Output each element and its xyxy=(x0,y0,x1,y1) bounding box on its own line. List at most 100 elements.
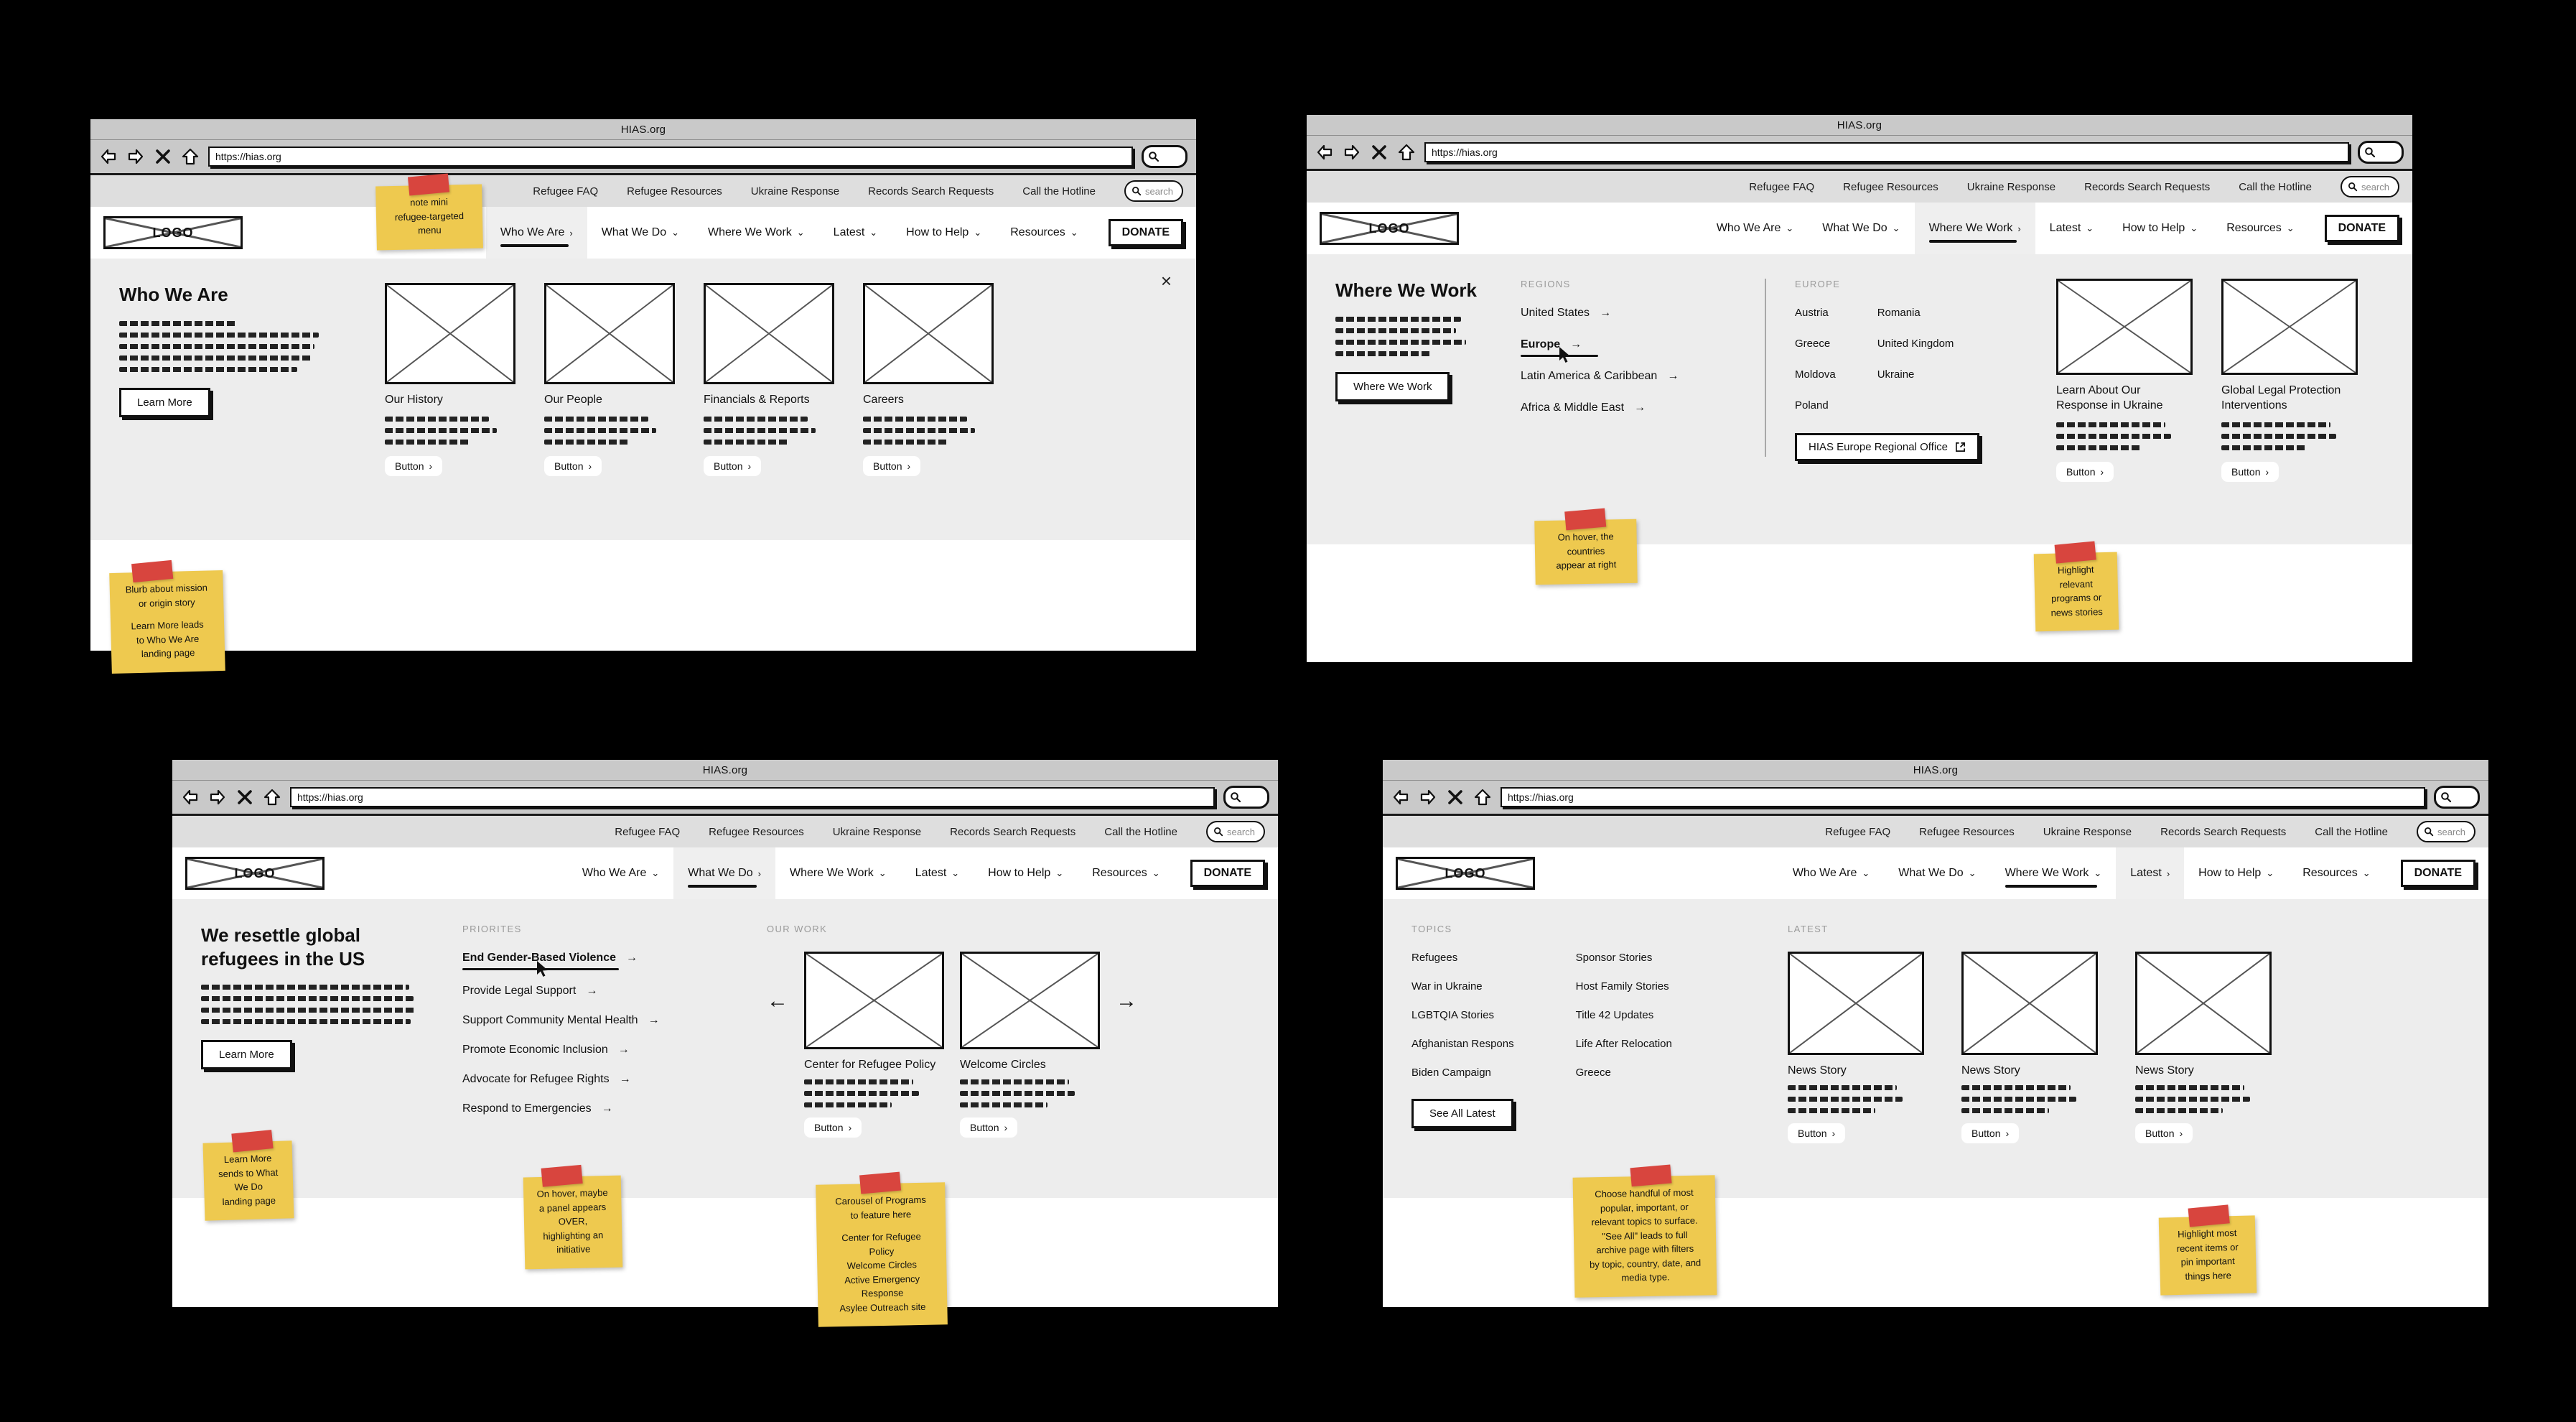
learn-more-button[interactable]: Learn More xyxy=(201,1040,292,1069)
site-logo[interactable]: LOGO xyxy=(1320,212,1459,245)
priority-link-promote-economic-inclusion[interactable]: Promote Economic Inclusion → xyxy=(462,1044,735,1056)
utility-link-call-the-hotline[interactable]: Call the Hotline xyxy=(2315,826,2388,838)
browser-search-button[interactable] xyxy=(1142,145,1187,168)
back-arrow-icon[interactable] xyxy=(181,788,200,807)
mega-card[interactable]: News Story Button › xyxy=(2135,952,2272,1143)
hias-europe-regional-office-button[interactable]: HIAS Europe Regional Office xyxy=(1795,433,1979,461)
learn-more-button[interactable]: Learn More xyxy=(119,387,210,417)
browser-search-button[interactable] xyxy=(2358,141,2404,164)
topic-life-after-relocation[interactable]: Life After Relocation xyxy=(1576,1038,1672,1050)
nav-item-where-we-work[interactable]: Where We Work ⌄ xyxy=(694,207,819,259)
utility-link-refugee-faq[interactable]: Refugee FAQ xyxy=(533,185,598,198)
mega-card[interactable]: Financials & Reports Button › xyxy=(704,283,834,476)
utility-link-call-the-hotline[interactable]: Call the Hotline xyxy=(2239,181,2312,193)
nav-item-latest[interactable]: Latest › xyxy=(2116,847,2185,899)
nav-item-how-to-help[interactable]: How to Help ⌄ xyxy=(2184,847,2288,899)
utility-link-refugee-resources[interactable]: Refugee Resources xyxy=(1919,826,2015,838)
home-icon[interactable] xyxy=(263,788,281,807)
donate-button[interactable]: DONATE xyxy=(1190,860,1265,887)
stop-x-icon[interactable] xyxy=(154,147,172,166)
utility-link-refugee-resources[interactable]: Refugee Resources xyxy=(627,185,722,198)
region-link-latin-america-caribbean[interactable]: Latin America & Caribbean → xyxy=(1521,370,1736,383)
carousel-prev-button[interactable]: ← xyxy=(767,989,788,1013)
topic-greece[interactable]: Greece xyxy=(1576,1066,1672,1079)
priority-link-end-gender-based-violence[interactable]: End Gender-Based Violence → xyxy=(462,952,735,977)
nav-item-who-we-are[interactable]: Who We Are ⌄ xyxy=(1702,203,1808,254)
topic-title-42-updates[interactable]: Title 42 Updates xyxy=(1576,1009,1672,1021)
site-logo[interactable]: LOGO xyxy=(1396,857,1535,890)
utility-link-records-search-requests[interactable]: Records Search Requests xyxy=(2084,181,2210,193)
browser-search-button[interactable] xyxy=(2434,786,2480,809)
nav-item-how-to-help[interactable]: How to Help ⌄ xyxy=(2108,203,2212,254)
card-button[interactable]: Button › xyxy=(704,455,762,476)
card-button[interactable]: Button › xyxy=(804,1117,862,1138)
priority-link-respond-to-emergencies[interactable]: Respond to Emergencies → xyxy=(462,1102,735,1115)
utility-link-ukraine-response[interactable]: Ukraine Response xyxy=(751,185,839,198)
site-search-input[interactable]: search xyxy=(1124,180,1183,202)
close-icon[interactable]: × xyxy=(1161,271,1172,290)
nav-item-where-we-work[interactable]: Where We Work › xyxy=(1914,203,2035,254)
priority-link-advocate-for-refugee-rights[interactable]: Advocate for Refugee Rights → xyxy=(462,1073,735,1086)
topic-afghanistan-response[interactable]: Afghanistan Respons xyxy=(1411,1038,1514,1050)
utility-link-records-search-requests[interactable]: Records Search Requests xyxy=(868,185,994,198)
donate-button[interactable]: DONATE xyxy=(2400,860,2475,887)
mega-card[interactable]: News Story Button › xyxy=(1961,952,2098,1143)
utility-link-refugee-faq[interactable]: Refugee FAQ xyxy=(1825,826,1890,838)
nav-item-latest[interactable]: Latest ⌄ xyxy=(2035,203,2109,254)
utility-link-refugee-faq[interactable]: Refugee FAQ xyxy=(615,826,680,838)
mega-card[interactable]: Center for Refugee Policy Button › xyxy=(804,952,944,1138)
where-we-work-button[interactable]: Where We Work xyxy=(1335,371,1450,401)
site-search-input[interactable]: search xyxy=(2416,821,2475,842)
mega-card[interactable]: News Story Button › xyxy=(1788,952,1924,1143)
nav-item-where-we-work[interactable]: Where We Work ⌄ xyxy=(1991,847,2117,899)
region-link-africa-middle-east[interactable]: Africa & Middle East → xyxy=(1521,401,1736,414)
region-link-united-states[interactable]: United States → xyxy=(1521,307,1736,320)
mega-card[interactable]: Our History Button › xyxy=(385,283,515,476)
see-all-latest-button[interactable]: See All Latest xyxy=(1411,1099,1513,1128)
forward-arrow-icon[interactable] xyxy=(1343,143,1361,162)
utility-link-refugee-resources[interactable]: Refugee Resources xyxy=(709,826,804,838)
nav-item-who-we-are[interactable]: Who We Are ⌄ xyxy=(568,847,673,899)
stop-x-icon[interactable] xyxy=(1370,143,1389,162)
utility-link-records-search-requests[interactable]: Records Search Requests xyxy=(2160,826,2286,838)
utility-link-records-search-requests[interactable]: Records Search Requests xyxy=(950,826,1075,838)
card-button[interactable]: Button › xyxy=(863,455,921,476)
home-icon[interactable] xyxy=(1397,143,1416,162)
site-search-input[interactable]: search xyxy=(1205,821,1265,842)
topic-lgbtqia-stories[interactable]: LGBTQIA Stories xyxy=(1411,1009,1514,1021)
nav-item-resources[interactable]: Resources ⌄ xyxy=(2212,203,2308,254)
nav-item-who-we-are[interactable]: Who We Are › xyxy=(485,207,587,259)
nav-item-resources[interactable]: Resources ⌄ xyxy=(1078,847,1174,899)
nav-item-what-we-do[interactable]: What We Do ⌄ xyxy=(1884,847,1990,899)
home-icon[interactable] xyxy=(181,147,200,166)
card-button[interactable]: Button › xyxy=(2056,461,2114,482)
topic-host-family-stories[interactable]: Host Family Stories xyxy=(1576,980,1672,993)
utility-link-ukraine-response[interactable]: Ukraine Response xyxy=(2043,826,2132,838)
mega-card[interactable]: Global Legal Protection Interventions Bu… xyxy=(2221,279,2358,513)
stop-x-icon[interactable] xyxy=(1446,788,1465,807)
priority-link-provide-legal-support[interactable]: Provide Legal Support → xyxy=(462,985,735,998)
region-link-europe[interactable]: Europe → xyxy=(1521,338,1736,363)
nav-item-what-we-do[interactable]: What We Do ⌄ xyxy=(1808,203,1914,254)
back-arrow-icon[interactable] xyxy=(99,147,118,166)
mega-card[interactable]: Learn About Our Response in Ukraine Butt… xyxy=(2056,279,2193,513)
utility-link-refugee-resources[interactable]: Refugee Resources xyxy=(1843,181,1938,193)
utility-link-refugee-faq[interactable]: Refugee FAQ xyxy=(1749,181,1814,193)
nav-item-how-to-help[interactable]: How to Help ⌄ xyxy=(974,847,1078,899)
nav-item-latest[interactable]: Latest ⌄ xyxy=(901,847,974,899)
back-arrow-icon[interactable] xyxy=(1391,788,1410,807)
country-poland[interactable]: Poland xyxy=(1795,399,1836,412)
home-icon[interactable] xyxy=(1473,788,1492,807)
card-button[interactable]: Button › xyxy=(960,1117,1018,1138)
country-greece[interactable]: Greece xyxy=(1795,338,1836,350)
site-search-input[interactable]: search xyxy=(2340,176,2399,198)
donate-button[interactable]: DONATE xyxy=(2324,215,2399,242)
topic-biden-campaign[interactable]: Biden Campaign xyxy=(1411,1066,1514,1079)
nav-item-what-we-do[interactable]: What We Do › xyxy=(673,847,775,899)
country-moldova[interactable]: Moldova xyxy=(1795,368,1836,381)
card-button[interactable]: Button › xyxy=(2221,461,2279,482)
nav-item-where-we-work[interactable]: Where We Work ⌄ xyxy=(775,847,901,899)
nav-item-how-to-help[interactable]: How to Help ⌄ xyxy=(892,207,996,259)
card-button[interactable]: Button › xyxy=(385,455,443,476)
mega-card[interactable]: Careers Button › xyxy=(863,283,994,476)
